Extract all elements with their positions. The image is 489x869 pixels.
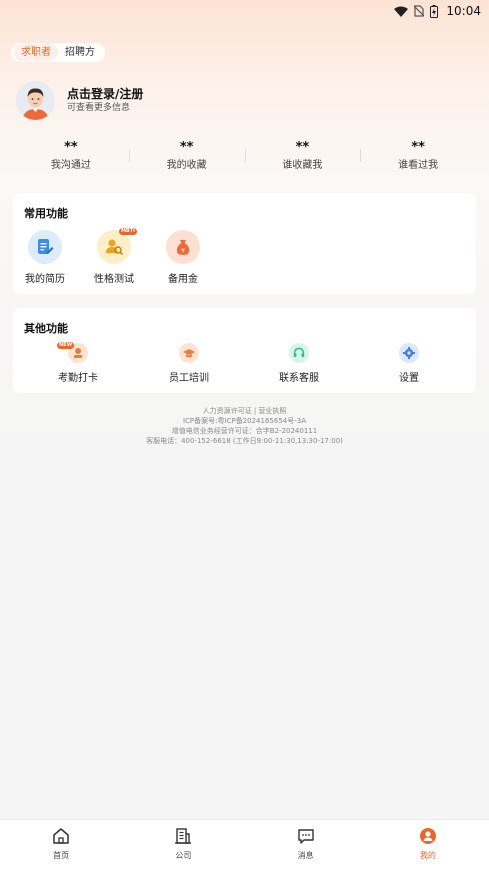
new-badge: NEW [57, 342, 75, 349]
role-toggle: 求职者 招聘方 [11, 43, 105, 62]
func-label: 员工培训 [169, 373, 209, 384]
tab-label: 我的 [419, 851, 436, 860]
role-tab-job-seeker[interactable]: 求职者 [14, 44, 58, 61]
login-register-subtitle: 可查看更多信息 [67, 103, 131, 113]
training-cap-icon [179, 343, 199, 363]
common-functions-title: 常用功能 [24, 207, 68, 220]
battery-icon [430, 4, 439, 18]
telecom-license: 增值电信业务经营许可证：合字B2-20240111 [171, 427, 318, 435]
company-icon [175, 828, 192, 844]
stat-value: ** [295, 140, 310, 155]
stat-label: 我的收藏 [166, 160, 207, 171]
headset-icon [289, 343, 309, 363]
func-label: 考勤打卡 [58, 373, 98, 384]
stat-value: ** [411, 140, 425, 155]
avatar[interactable] [16, 81, 55, 120]
func-reserve-fund[interactable]: ¥ 备用金 [162, 230, 204, 285]
home-icon [53, 828, 69, 844]
profile-page: 10:04 求职者 招聘方 点击登录/注册 可查看更多信息 ** 我沟通过 **… [0, 0, 489, 869]
func-personality-test[interactable]: MBTI 性格测试 [93, 228, 137, 285]
stat-contacted[interactable]: ** 我沟通过 [13, 140, 129, 176]
func-attendance[interactable]: NEW 考勤打卡 [48, 342, 108, 384]
bottom-tab-bar: 首页 公司 消息 我的 [0, 819, 489, 869]
avatar-illustration-icon [16, 81, 55, 120]
other-functions-title: 其他功能 [24, 322, 68, 335]
tab-label: 消息 [297, 851, 314, 860]
stat-favorited-me[interactable]: ** 谁收藏我 [244, 140, 361, 176]
stat-value: ** [64, 140, 78, 155]
svg-text:¥: ¥ [181, 248, 185, 255]
func-label: 备用金 [168, 274, 198, 285]
role-tab-recruiter[interactable]: 招聘方 [58, 44, 102, 61]
tab-company[interactable]: 公司 [122, 820, 244, 869]
tab-label: 公司 [175, 851, 192, 860]
wifi-icon [394, 6, 409, 17]
stat-value: ** [179, 140, 194, 155]
tab-label: 首页 [53, 851, 70, 860]
status-bar: 10:04 [0, 0, 489, 22]
personality-test-icon: MBTI [97, 228, 137, 264]
stat-label: 我沟通过 [50, 160, 91, 171]
login-register-title[interactable]: 点击登录/注册 [67, 86, 143, 102]
other-functions-card: 其他功能 NEW 考勤打卡 员工培训 联系客服 设置 [13, 308, 476, 393]
settings-gear-icon [399, 343, 419, 363]
func-label: 性格测试 [94, 274, 134, 285]
attendance-icon: NEW [57, 342, 88, 363]
profile-icon [419, 828, 436, 844]
icp-record: ICP备案号:粤ICP备2024165654号-3A [182, 417, 306, 425]
tab-messages[interactable]: 消息 [245, 820, 367, 869]
footer-info: 人力资源许可证 | 营业执照 ICP备案号:粤ICP备2024165654号-3… [0, 406, 489, 446]
func-contact-support[interactable]: 联系客服 [269, 343, 329, 384]
mbti-badge: MBTI [118, 228, 137, 235]
func-settings[interactable]: 设置 [379, 343, 439, 384]
func-label: 联系客服 [279, 373, 319, 384]
message-icon [297, 829, 314, 844]
resume-icon [28, 230, 62, 264]
tab-home[interactable]: 首页 [0, 820, 122, 869]
support-phone: 客服电话：400-152-6618 (工作日9:00-11:30,13:30-1… [146, 437, 343, 445]
stats-row: ** 我沟通过 ** 我的收藏 ** 谁收藏我 ** 谁看过我 [13, 140, 476, 176]
status-time: 10:04 [446, 4, 481, 18]
common-functions-card: 常用功能 我的简历 MBTI 性格测试 ¥ 备用金 [13, 193, 476, 294]
money-bag-icon: ¥ [166, 230, 200, 264]
func-my-resume[interactable]: 我的简历 [24, 230, 66, 285]
func-label: 设置 [399, 373, 419, 384]
stat-label: 谁收藏我 [282, 160, 323, 171]
license-links[interactable]: 人力资源许可证 | 营业执照 [0, 406, 489, 416]
login-prompt[interactable]: 点击登录/注册 可查看更多信息 [16, 81, 143, 120]
stat-label: 谁看过我 [398, 160, 439, 171]
stat-my-favorites[interactable]: ** 我的收藏 [128, 140, 245, 176]
func-label: 我的简历 [25, 274, 65, 285]
stat-viewed-me[interactable]: ** 谁看过我 [360, 140, 476, 176]
tab-mine[interactable]: 我的 [367, 820, 489, 869]
no-sim-icon [414, 5, 425, 17]
func-employee-training[interactable]: 员工培训 [159, 343, 219, 384]
